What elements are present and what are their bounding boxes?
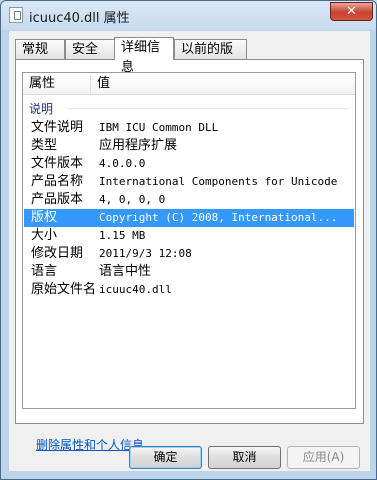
remove-properties-link[interactable]: 删除属性和个人信息 [36, 436, 144, 453]
ok-button[interactable]: 确定 [129, 446, 202, 469]
property-value: 1.15 MB [99, 229, 146, 242]
property-name: 文件说明 [31, 120, 84, 135]
window-title: icuuc40.dll 属性 [29, 11, 130, 26]
column-divider[interactable] [90, 75, 91, 93]
details-panel: 属性 值 说明 文件说明 IBM ICU Common DLL 类型 应用程序扩… [15, 59, 364, 452]
close-icon: ✕ [346, 4, 357, 19]
list-item[interactable]: 原始文件名 icuuc40.dll [24, 281, 354, 299]
property-value: IBM ICU Common DLL [99, 121, 219, 134]
list-item[interactable]: 类型 应用程序扩展 [24, 137, 354, 155]
cancel-button[interactable]: 取消 [208, 446, 281, 469]
dll-file-icon [9, 7, 23, 23]
property-value: 4.0.0.0 [99, 157, 146, 170]
properties-window: icuuc40.dll 属性 ✕ 常规 安全 详细信息 以前的版本 属性 值 说… [0, 0, 377, 480]
apply-button[interactable]: 应用(A) [287, 446, 360, 469]
column-header-property[interactable]: 属性 [23, 73, 91, 95]
list-item[interactable]: 产品版本 4, 0, 0, 0 [24, 191, 354, 209]
close-button[interactable]: ✕ [330, 2, 373, 21]
property-name: 版权 [31, 210, 58, 225]
property-value: icuuc40.dll [99, 283, 172, 296]
tab-details[interactable]: 详细信息 [114, 37, 174, 75]
property-value: 2011/9/3 12:08 [99, 247, 192, 260]
property-name: 修改日期 [31, 246, 84, 261]
list-item[interactable]: 修改日期 2011/9/3 12:08 [24, 245, 354, 263]
property-name: 文件版本 [31, 156, 84, 171]
list-item[interactable]: 文件说明 IBM ICU Common DLL [24, 119, 354, 137]
list-item[interactable]: 文件版本 4.0.0.0 [24, 155, 354, 173]
title-bar[interactable]: icuuc40.dll 属性 ✕ [1, 1, 377, 31]
list-item[interactable]: 大小 1.15 MB [24, 227, 354, 245]
property-value: 4, 0, 0, 0 [99, 193, 166, 206]
tab-security[interactable]: 安全 [65, 39, 115, 59]
tab-general[interactable]: 常规 [15, 39, 65, 59]
details-list[interactable]: 属性 值 说明 文件说明 IBM ICU Common DLL 类型 应用程序扩… [22, 72, 356, 409]
property-name: 大小 [31, 228, 58, 243]
tab-previous-versions[interactable]: 以前的版本 [174, 39, 247, 77]
list-item[interactable]: 产品名称 International Components for Unicod… [24, 173, 354, 191]
property-value: International Components for Unicode [99, 175, 338, 188]
list-item-selected[interactable]: 版权 Copyright (C) 2008, International... [24, 209, 354, 227]
property-name: 产品版本 [31, 192, 84, 207]
list-item[interactable]: 语言 语言中性 [24, 263, 354, 281]
property-name: 产品名称 [31, 174, 84, 189]
dialog-body: 常规 安全 详细信息 以前的版本 属性 值 说明 文件说明 IBM ICU Co… [9, 31, 370, 471]
property-name: 原始文件名 [31, 282, 97, 297]
property-value: 应用程序扩展 [99, 138, 178, 153]
property-value: 语言中性 [99, 264, 152, 279]
property-name: 类型 [31, 138, 58, 153]
group-label: 说明 [29, 102, 54, 116]
property-name: 语言 [31, 264, 58, 279]
group-divider [68, 108, 348, 109]
property-value: Copyright (C) 2008, International... [99, 211, 338, 224]
